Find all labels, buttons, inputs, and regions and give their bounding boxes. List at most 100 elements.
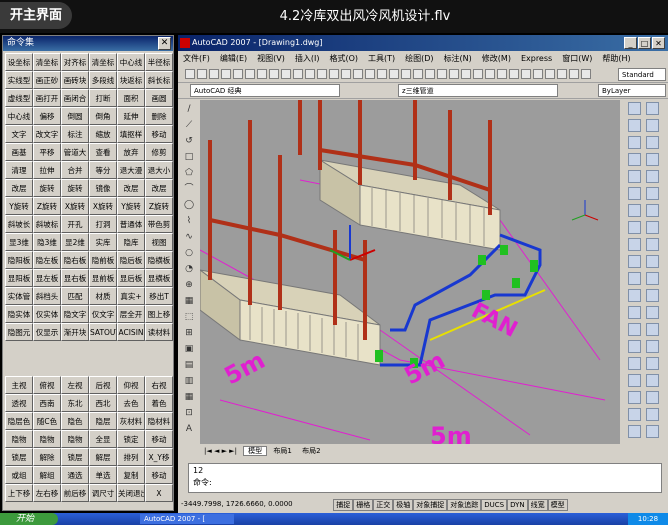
start-button[interactable]: 开始 — [0, 513, 58, 525]
toolbar-tool-icon[interactable] — [341, 69, 351, 79]
modify-tool-icon[interactable] — [646, 374, 659, 387]
rows_top-button[interactable]: 打断 — [89, 89, 117, 107]
rows_bottom-button[interactable]: 移动 — [145, 430, 173, 448]
rows_top-button[interactable]: 隐横板 — [145, 251, 173, 269]
rows_bottom-button[interactable]: 仰视 — [117, 376, 145, 394]
rows_bottom-button[interactable]: 去色 — [117, 394, 145, 412]
rows_top-button[interactable]: 隐库 — [117, 233, 145, 251]
draw-tool-icon[interactable]: ▤ — [182, 358, 196, 372]
toolbar-tool-icon[interactable] — [353, 69, 363, 79]
modify-tool-icon[interactable] — [628, 136, 641, 149]
rows_top-button[interactable]: 中心线 — [5, 107, 33, 125]
rows_top-button[interactable]: 画砖块 — [61, 71, 89, 89]
rows_top-button[interactable]: 仅显示 — [33, 323, 61, 341]
rows_top-button[interactable]: 拉伸 — [33, 161, 61, 179]
status-toggle-button[interactable]: 极轴 — [393, 499, 414, 511]
rows_top-button[interactable]: 面积 — [117, 89, 145, 107]
rows_top-button[interactable]: 实线型 — [5, 71, 33, 89]
toolbar-tool-icon[interactable] — [365, 69, 375, 79]
rows_top-button[interactable]: 仅文字 — [89, 305, 117, 323]
rows_bottom-button[interactable]: 主视 — [5, 376, 33, 394]
rows_top-button[interactable]: 显阳板 — [5, 269, 33, 287]
rows_bottom-button[interactable]: 左视 — [61, 376, 89, 394]
command-line[interactable]: 12 命令: — [188, 463, 662, 493]
rows_bottom-button[interactable]: 排列 — [117, 448, 145, 466]
rows_top-button[interactable]: SATOUT — [89, 323, 117, 341]
toolbar-tool-icon[interactable] — [497, 69, 507, 79]
draw-tool-icon[interactable]: / — [182, 102, 196, 116]
rows_top-button[interactable]: 等分 — [89, 161, 117, 179]
toolbar-tool-icon[interactable] — [209, 69, 219, 79]
rows_top-button[interactable]: 斜档头 — [33, 287, 61, 305]
toolbar-tool-icon[interactable] — [545, 69, 555, 79]
toolbar-tool-icon[interactable] — [533, 69, 543, 79]
rows_bottom-button[interactable]: 隐物 — [61, 430, 89, 448]
modify-tool-icon[interactable] — [646, 408, 659, 421]
toolbar-tool-icon[interactable] — [401, 69, 411, 79]
draw-tool-icon[interactable]: ⊡ — [182, 406, 196, 420]
toolbar-tool-icon[interactable] — [569, 69, 579, 79]
rows_top-button[interactable]: 实体管 — [5, 287, 33, 305]
modify-tool-icon[interactable] — [646, 204, 659, 217]
menu-item[interactable]: 文件(F) — [178, 51, 215, 67]
rows_bottom-button[interactable]: 随C色 — [33, 412, 61, 430]
rows_top-button[interactable]: 合并 — [61, 161, 89, 179]
modify-tool-icon[interactable] — [646, 323, 659, 336]
draw-tool-icon[interactable]: ⟋ — [182, 118, 196, 132]
modify-tool-icon[interactable] — [628, 238, 641, 251]
toolbar-tool-icon[interactable] — [317, 69, 327, 79]
rows_top-button[interactable]: 查看 — [89, 143, 117, 161]
rows_top-button[interactable]: 改层 — [117, 179, 145, 197]
rows_top-button[interactable]: 画打开 — [33, 89, 61, 107]
toolbar-tool-icon[interactable] — [581, 69, 591, 79]
status-toggle-button[interactable]: 模型 — [547, 499, 568, 511]
rows_top-button[interactable]: 虚线型 — [5, 89, 33, 107]
draw-tool-icon[interactable]: ▦ — [182, 294, 196, 308]
draw-tool-icon[interactable]: ◔ — [182, 262, 196, 276]
rows_bottom-button[interactable]: 解层 — [89, 448, 117, 466]
draw-tool-icon[interactable]: ⊞ — [182, 326, 196, 340]
modify-tool-icon[interactable] — [628, 306, 641, 319]
modify-tool-icon[interactable] — [646, 272, 659, 285]
rows_top-button[interactable]: 画圆 — [145, 89, 173, 107]
status-toggle-button[interactable]: 正交 — [373, 499, 394, 511]
rows_bottom-button[interactable]: 锁层 — [61, 448, 89, 466]
rows_bottom-button[interactable]: 西北 — [89, 394, 117, 412]
taskbar-autocad-item[interactable]: AutoCAD 2007 - [ — [140, 514, 234, 524]
toolbar-tool-icon[interactable] — [413, 69, 423, 79]
rows_top-button[interactable]: 显2维 — [61, 233, 89, 251]
toolbar-tool-icon[interactable] — [197, 69, 207, 79]
modify-tool-icon[interactable] — [628, 170, 641, 183]
modify-tool-icon[interactable] — [628, 102, 641, 115]
rows_bottom-button[interactable]: 上下移 — [5, 484, 33, 502]
rows_top-button[interactable]: 画基 — [5, 143, 33, 161]
rows_bottom-button[interactable]: 前后移 — [61, 484, 89, 502]
rows_top-button[interactable]: 退大小 — [145, 161, 173, 179]
modify-tool-icon[interactable] — [628, 221, 641, 234]
menu-item[interactable]: Express — [516, 51, 557, 67]
modify-tool-icon[interactable] — [628, 323, 641, 336]
rows_top-button[interactable]: 旋转 — [61, 179, 89, 197]
palette-close-button[interactable]: ✕ — [158, 37, 171, 50]
rows_bottom-button[interactable]: 单选 — [89, 466, 117, 484]
rows_top-button[interactable]: 填抠样 — [117, 125, 145, 143]
rows_bottom-button[interactable]: 隐色 — [61, 412, 89, 430]
tab-model[interactable]: 模型 — [243, 446, 268, 456]
rows_top-button[interactable]: 偏移 — [33, 107, 61, 125]
rows_top-button[interactable]: 读材料 — [145, 323, 173, 341]
rows_top-button[interactable]: 匹配 — [61, 287, 89, 305]
rows_top-button[interactable]: 放弃 — [117, 143, 145, 161]
modify-tool-icon[interactable] — [628, 272, 641, 285]
menu-item[interactable]: 工具(T) — [363, 51, 400, 67]
draw-tool-icon[interactable]: ⬠ — [182, 166, 196, 180]
close-button[interactable]: ✕ — [652, 37, 665, 49]
menu-item[interactable]: 绘图(D) — [400, 51, 438, 67]
modify-tool-icon[interactable] — [646, 391, 659, 404]
draw-tool-icon[interactable]: ○ — [182, 246, 196, 260]
rows_bottom-button[interactable]: X — [145, 484, 173, 502]
status-toggle-button[interactable]: 对象捕捉 — [413, 499, 448, 511]
rows_bottom-button[interactable]: 移动 — [145, 466, 173, 484]
draw-tool-icon[interactable]: A — [182, 422, 196, 436]
rows_top-button[interactable]: Y旋转 — [5, 197, 33, 215]
toolbar-tool-icon[interactable] — [473, 69, 483, 79]
